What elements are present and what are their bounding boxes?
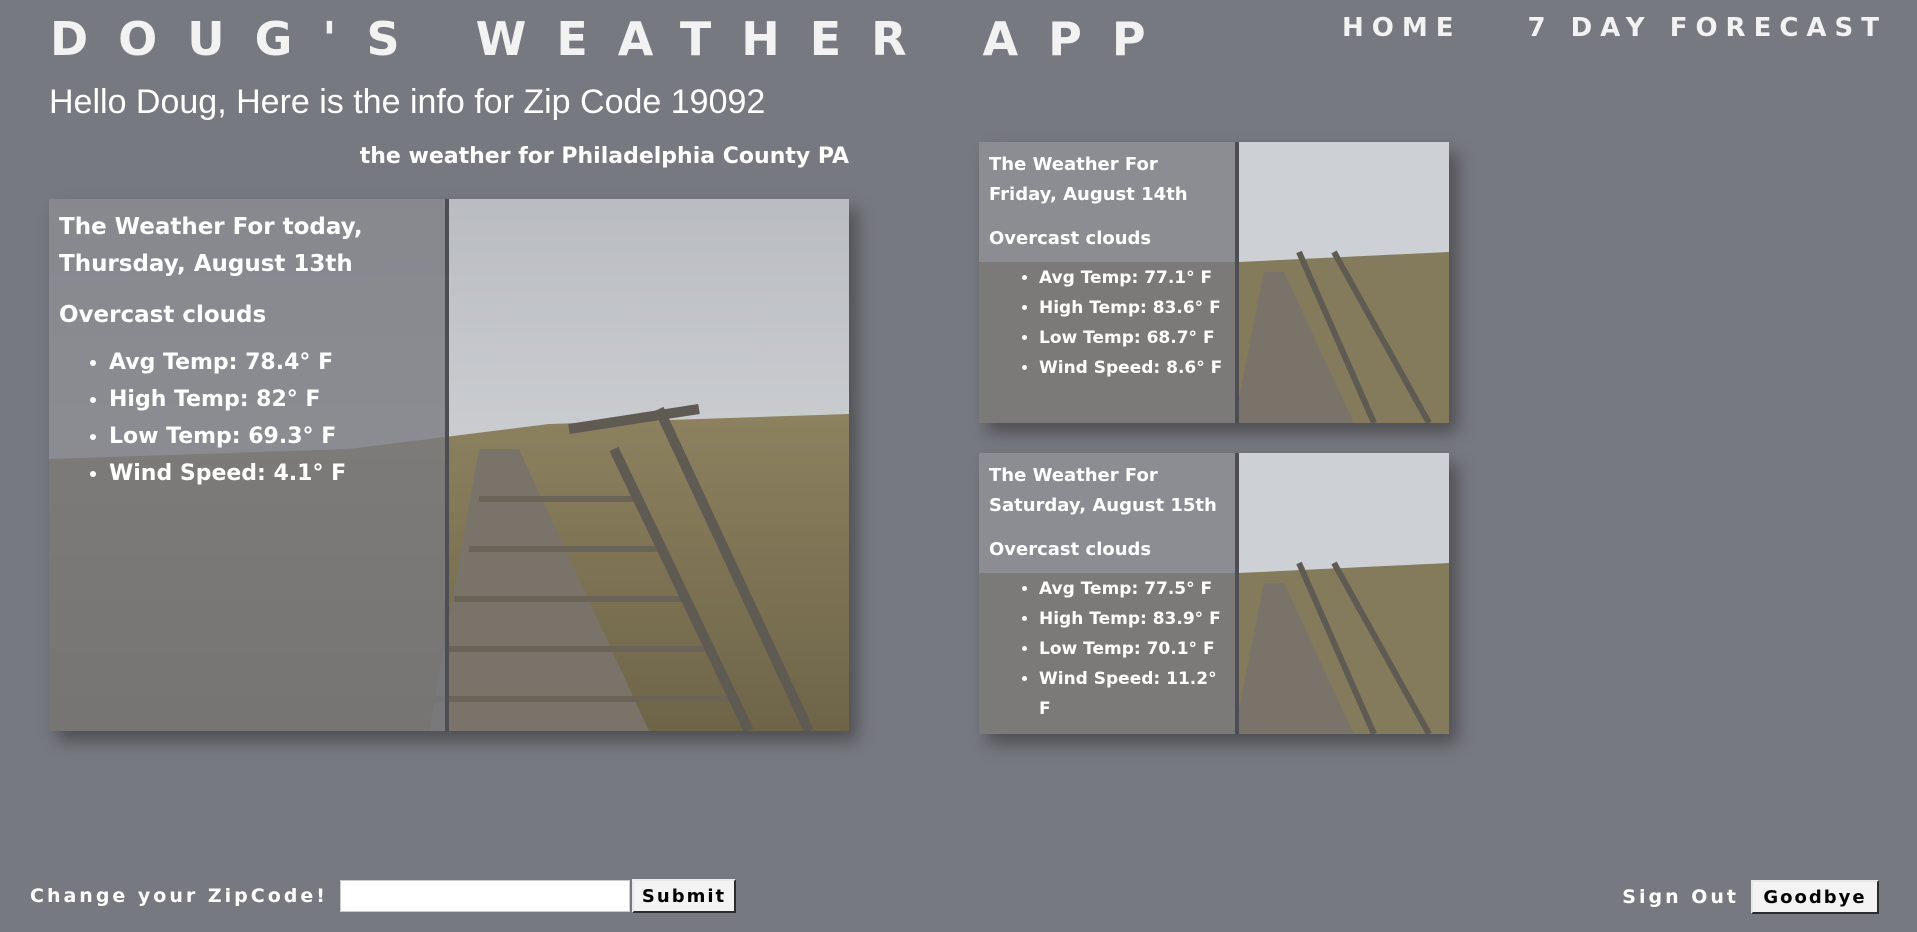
today-stats-list: Avg Temp: 78.4° F High Temp: 82° F Low T… — [59, 344, 435, 492]
friday-description: Overcast clouds — [989, 228, 1152, 249]
saturday-avg-temp: Avg Temp: 77.5° F — [1039, 574, 1225, 604]
forecast-card-friday: The Weather For Friday, August 14th Over… — [979, 142, 1449, 423]
zipcode-label: Change your ZipCode! — [30, 885, 328, 907]
zipcode-input[interactable] — [339, 880, 630, 912]
saturday-title: The Weather For Saturday, August 15th — [989, 465, 1217, 516]
friday-stats-list: Avg Temp: 77.1° F High Temp: 83.6° F Low… — [989, 263, 1225, 383]
friday-avg-temp: Avg Temp: 77.1° F — [1039, 263, 1225, 293]
saturday-description: Overcast clouds — [989, 539, 1152, 560]
today-weather-card: The Weather For today, Thursday, August … — [49, 199, 849, 731]
saturday-wind-speed: Wind Speed: 11.2° F — [1039, 664, 1225, 724]
greeting-text: Hello Doug, Here is the info for Zip Cod… — [49, 83, 766, 121]
friday-wind-speed: Wind Speed: 8.6° F — [1039, 353, 1225, 383]
saturday-info-panel: The Weather For Saturday, August 15th Ov… — [979, 453, 1239, 734]
today-low-temp: Low Temp: 69.3° F — [109, 418, 435, 455]
today-avg-temp: Avg Temp: 78.4° F — [109, 344, 435, 381]
app-title: DOUG'S WEATHER APP — [50, 12, 1176, 66]
today-title: The Weather For today, Thursday, August … — [59, 214, 363, 277]
saturday-low-temp: Low Temp: 70.1° F — [1039, 634, 1225, 664]
nav-home-link[interactable]: HOME — [1342, 10, 1462, 46]
friday-low-temp: Low Temp: 68.7° F — [1039, 323, 1225, 353]
friday-title: The Weather For Friday, August 14th — [989, 154, 1188, 205]
submit-button[interactable]: Submit — [631, 879, 736, 913]
nav-forecast-link[interactable]: 7 DAY FORECAST — [1527, 10, 1887, 46]
today-high-temp: High Temp: 82° F — [109, 381, 435, 418]
saturday-high-temp: High Temp: 83.9° F — [1039, 604, 1225, 634]
saturday-stats-list: Avg Temp: 77.5° F High Temp: 83.9° F Low… — [989, 574, 1225, 724]
today-description: Overcast clouds — [59, 302, 267, 328]
goodbye-button[interactable]: Goodbye — [1751, 880, 1879, 914]
signout-area: Sign Out Goodbye — [1622, 880, 1879, 914]
signout-label: Sign Out — [1622, 886, 1739, 908]
today-wind-speed: Wind Speed: 4.1° F — [109, 455, 435, 492]
location-text: the weather for Philadelphia County PA — [359, 144, 849, 169]
friday-high-temp: High Temp: 83.6° F — [1039, 293, 1225, 323]
zipcode-form: Change your ZipCode! Submit — [30, 879, 736, 913]
friday-info-panel: The Weather For Friday, August 14th Over… — [979, 142, 1239, 423]
forecast-card-saturday: The Weather For Saturday, August 15th Ov… — [979, 453, 1449, 734]
today-info-panel: The Weather For today, Thursday, August … — [49, 199, 449, 731]
top-nav: HOME 7 DAY FORECAST — [1342, 10, 1887, 46]
